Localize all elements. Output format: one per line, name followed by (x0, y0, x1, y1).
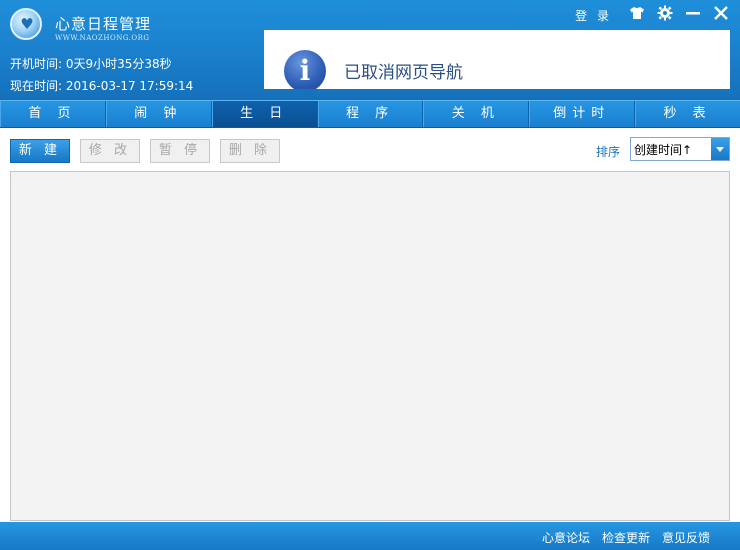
tab-shutdown[interactable]: 关 机 (423, 101, 530, 127)
tab-birthday[interactable]: 生 日 (211, 101, 318, 127)
tab-stopwatch[interactable]: 秒 表 (635, 101, 740, 127)
sort-selected-value: 创建时间↑ (634, 143, 693, 157)
chevron-down-icon[interactable] (711, 138, 729, 160)
gear-icon[interactable] (656, 5, 674, 25)
tab-countdown[interactable]: 倒计时 (529, 101, 636, 127)
edit-button[interactable]: 修 改 (80, 139, 140, 163)
feedback-link[interactable]: 意见反馈 (662, 529, 710, 546)
login-link[interactable]: 登 录 (575, 7, 612, 24)
minimize-icon[interactable] (684, 5, 702, 25)
check-update-link[interactable]: 检查更新 (602, 529, 650, 546)
info-icon: i (284, 50, 326, 89)
sort-select[interactable]: 创建时间↑ (630, 137, 730, 161)
pause-button[interactable]: 暂 停 (150, 139, 210, 163)
birthday-list[interactable] (10, 171, 730, 521)
tab-home[interactable]: 首 页 (0, 101, 106, 127)
sort-label: 排序 (596, 145, 621, 159)
tshirt-skin-icon[interactable] (628, 6, 646, 24)
footer: 心意论坛 检查更新 意见反馈 (0, 522, 740, 550)
heart-logo-icon: ♥ (10, 8, 42, 40)
footer-links: 心意论坛 检查更新 意见反馈 (542, 529, 710, 546)
tab-program[interactable]: 程 序 (318, 101, 424, 127)
delete-button[interactable]: 删 除 (220, 139, 280, 163)
tab-alarm[interactable]: 闹 钟 (106, 101, 212, 127)
main-tabs: 首 页 闹 钟 生 日 程 序 关 机 倒计时 秒 表 (0, 100, 740, 128)
forum-link[interactable]: 心意论坛 (542, 529, 590, 546)
app-site: WWW.NAOZHONG.ORG (55, 34, 150, 42)
boot-time: 开机时间: 0天9小时35分38秒 (10, 57, 172, 71)
current-time: 现在时间: 2016-03-17 17:59:14 (10, 79, 194, 93)
header: ♥ 心意日程管理 WWW.NAOZHONG.ORG 开机时间: 0天9小时35分… (0, 0, 740, 100)
window-controls: 登 录 (575, 5, 730, 25)
banner-message: 已取消网页导航 (344, 63, 463, 83)
app-title: 心意日程管理 (55, 15, 152, 33)
close-icon[interactable] (712, 5, 730, 25)
toolbar: 新 建 修 改 暂 停 删 除 排序 创建时间↑ (0, 128, 740, 170)
navigation-banner: i 已取消网页导航 (264, 30, 730, 89)
app-window: ♥ 心意日程管理 WWW.NAOZHONG.ORG 开机时间: 0天9小时35分… (0, 0, 740, 550)
new-button[interactable]: 新 建 (10, 139, 70, 163)
